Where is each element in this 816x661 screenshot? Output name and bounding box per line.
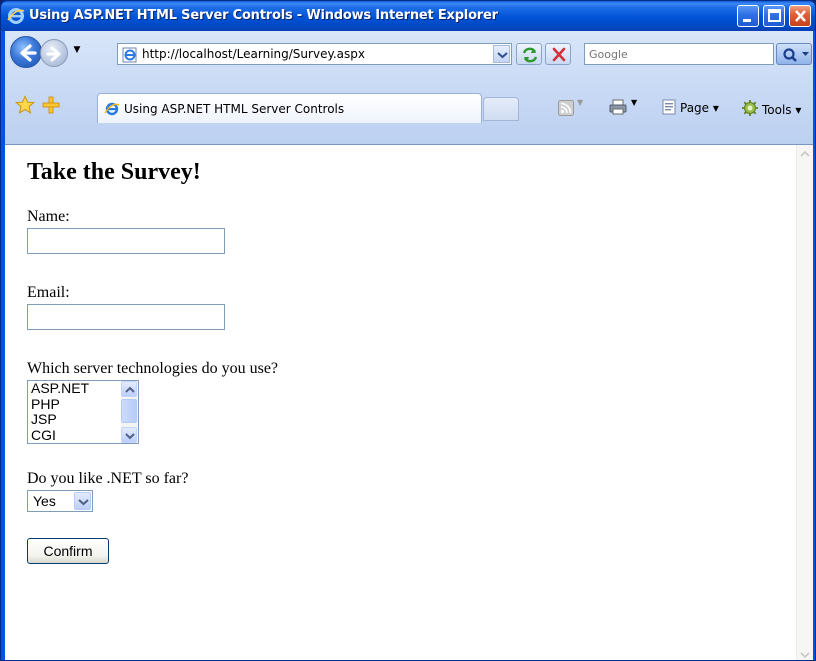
minimize-icon: [743, 19, 751, 22]
new-tab-button[interactable]: [483, 97, 519, 121]
select-dropdown-button[interactable]: [74, 492, 91, 510]
tab-label: Using ASP.NET HTML Server Controls: [124, 102, 345, 116]
stop-button[interactable]: [545, 43, 571, 65]
page-menu-label: Page: [680, 101, 710, 115]
tools-menu-label: Tools: [762, 103, 792, 117]
minimize-button[interactable]: [737, 5, 759, 27]
chevron-down-icon: [800, 652, 810, 659]
email-label: Email:: [27, 284, 70, 301]
print-icon[interactable]: [609, 99, 627, 115]
tab-row: Using ASP.NET HTML Server Controls ▼ ▼ P…: [5, 85, 813, 125]
page-scrollbar[interactable]: [796, 145, 813, 660]
technologies-label: Which server technologies do you use?: [27, 360, 279, 377]
page-icon: [662, 99, 676, 115]
search-button[interactable]: [776, 43, 812, 65]
maximize-icon: [768, 9, 781, 22]
page-menu[interactable]: Page ▾: [661, 99, 719, 117]
print-dropdown-icon[interactable]: ▼: [631, 98, 637, 116]
scroll-up-button[interactable]: [797, 145, 813, 162]
email-field[interactable]: [27, 304, 225, 330]
like-net-label: Do you like .NET so far?: [27, 470, 189, 487]
technologies-listbox[interactable]: ASP.NET PHP JSP CGI: [27, 380, 139, 444]
like-net-select[interactable]: Yes: [27, 490, 93, 512]
ie-logo-icon: [7, 8, 25, 24]
search-input[interactable]: [589, 45, 769, 63]
arrow-right-icon: [46, 46, 61, 62]
maximize-button[interactable]: [763, 5, 785, 27]
listbox-scroll-down-button[interactable]: [121, 427, 137, 443]
gear-icon: [742, 100, 758, 116]
name-field[interactable]: [27, 228, 225, 254]
chevron-down-icon: [497, 52, 508, 59]
stop-icon: [552, 47, 566, 62]
chevron-down-icon: [78, 499, 89, 506]
browser-chrome: ▼ http://localhost/Learning/Survey.aspx: [5, 31, 813, 144]
add-favorites-icon[interactable]: [41, 95, 61, 115]
feeds-dropdown-icon[interactable]: ▼: [577, 98, 583, 116]
feeds-icon[interactable]: [558, 100, 574, 116]
listbox-scroll-up-button[interactable]: [121, 381, 137, 397]
chevron-down-icon: [125, 433, 135, 440]
content-viewport: Take the Survey! Name: Email: Which serv…: [5, 144, 813, 660]
address-url: http://localhost/Learning/Survey.aspx: [142, 47, 365, 61]
window-title: Using ASP.NET HTML Server Controls - Win…: [29, 8, 498, 23]
title-bar[interactable]: Using ASP.NET HTML Server Controls - Win…: [1, 1, 815, 31]
chevron-up-icon: [800, 150, 810, 157]
refresh-button[interactable]: [516, 43, 542, 65]
close-icon: [795, 10, 806, 22]
select-value: Yes: [33, 493, 56, 509]
tab-active[interactable]: Using ASP.NET HTML Server Controls: [97, 93, 482, 123]
search-box[interactable]: [584, 43, 774, 65]
ie-page-icon: [122, 47, 137, 63]
arrow-left-icon: [20, 44, 37, 62]
listbox-scroll-thumb[interactable]: [121, 399, 137, 423]
search-icon: [783, 48, 809, 62]
close-button[interactable]: [789, 5, 811, 27]
address-bar[interactable]: http://localhost/Learning/Survey.aspx: [117, 43, 512, 65]
browser-window: Using ASP.NET HTML Server Controls - Win…: [0, 0, 816, 661]
confirm-button[interactable]: Confirm: [27, 538, 109, 564]
chevron-up-icon: [125, 386, 135, 393]
scroll-down-button[interactable]: [797, 646, 813, 660]
refresh-icon: [522, 47, 538, 63]
recent-pages-button[interactable]: ▼: [71, 45, 83, 59]
back-button[interactable]: [10, 36, 42, 68]
ie-page-icon: [104, 102, 120, 116]
tools-menu[interactable]: Tools ▾: [741, 99, 801, 117]
forward-button[interactable]: [40, 39, 68, 67]
listbox-scrollbar[interactable]: [121, 381, 138, 443]
page-title: Take the Survey!: [27, 159, 201, 185]
address-dropdown-button[interactable]: [493, 45, 510, 63]
survey-form: Take the Survey! Name: Email: Which serv…: [27, 159, 278, 564]
favorites-star-icon[interactable]: [15, 95, 35, 115]
name-label: Name:: [27, 208, 70, 225]
